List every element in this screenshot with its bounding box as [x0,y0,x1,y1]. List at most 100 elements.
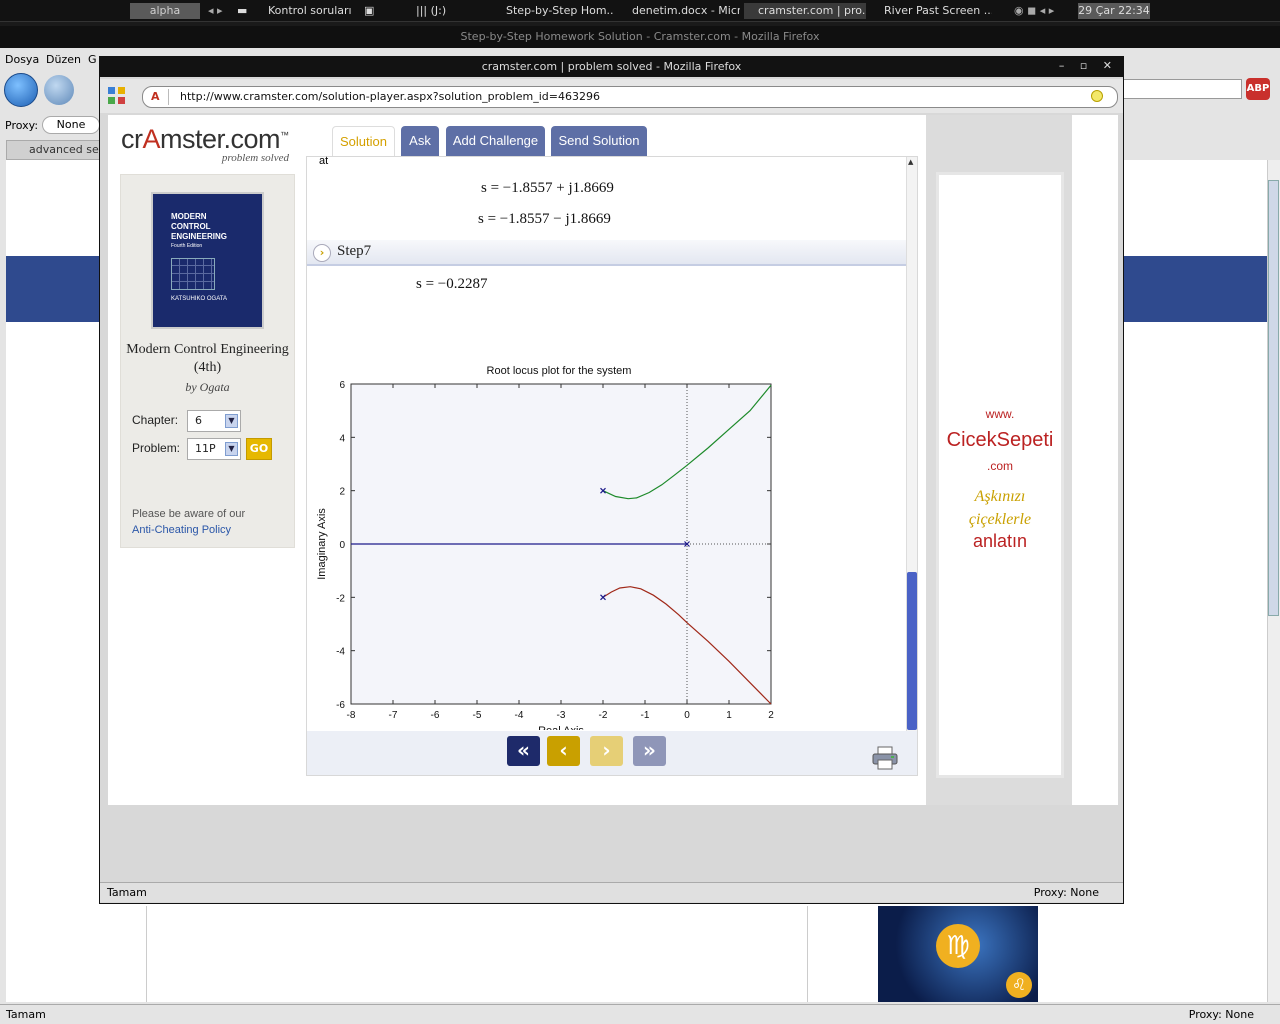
back-button[interactable] [4,73,38,107]
taskbar-item-cramster[interactable]: cramster.com | pro... [744,3,866,19]
scroll-up-icon[interactable]: ▲ [908,158,913,166]
page-footer-area [108,805,1118,881]
background-page-body [146,906,808,1002]
book-author: by Ogata [185,380,230,394]
book-cover[interactable]: MODERN CONTROL ENGINEERING Fourth Editio… [151,192,264,329]
search-input[interactable] [1122,79,1242,99]
tab-solution[interactable]: Solution [332,126,395,156]
y-tick-label: -4 [336,647,345,658]
adblock-icon[interactable]: ABP [1246,78,1270,100]
content-scroll-thumb[interactable] [907,572,917,730]
popup-statusbar: Tamam Proxy: None [100,882,1123,902]
desktop-taskbar: alpha ◂ ▸ ▬ Kontrol soruları ▣ ||| (J:) … [0,0,1280,22]
ad-slogan-line-2: çiçeklerle [968,511,1032,528]
chevron-down-icon: ▼ [225,414,238,428]
horoscope-ad[interactable]: ♍ ♌ [878,906,1038,1002]
book-title: Modern Control Engineering (4th) [126,342,289,375]
step-label: Step7 [337,243,372,259]
problem-select[interactable]: 11P ▼ [187,438,241,460]
menu-dosya[interactable]: Dosya [5,53,39,66]
cover-author: KATSUHIKO OGATA [171,296,228,302]
ad-www: www. [985,407,1015,421]
tab-send-solution[interactable]: Send Solution [551,126,647,156]
y-tick-label: 6 [339,380,345,391]
x-tick-label: -7 [389,710,398,721]
taskbar-item-kontrol[interactable]: Kontrol soruları [268,3,360,19]
equation-root-3: s = −0.2287 [416,276,488,292]
taskbar-arrows[interactable]: ◂ ▸ [208,3,232,19]
forward-button[interactable] [44,75,74,105]
printer-icon[interactable] [871,745,899,771]
x-tick-label: 2 [768,710,774,721]
cover-title-3: ENGINEERING [171,232,228,241]
background-statusbar: Tamam Proxy: None [0,1004,1280,1024]
prev-step-button[interactable]: ‹ [547,736,580,766]
tray-icons[interactable]: ◉ ◼ ◂ ▸ [1014,3,1074,19]
anti-cheating-link[interactable]: Anti-Cheating Policy [132,522,245,538]
next-step-button[interactable]: › [590,736,623,766]
cut-text: at [319,155,329,167]
x-tick-label: -1 [641,710,650,721]
y-axis-label: Imaginary Axis [316,508,328,580]
cover-title-1: MODERN [171,212,207,221]
url-bar[interactable]: A http://www.cramster.com/solution-playe… [142,86,1118,108]
go-button[interactable]: GO [246,438,272,460]
y-tick-label: -6 [336,700,345,711]
menu-gorunum[interactable]: G [88,53,97,66]
proxy-label: Proxy: [5,119,39,132]
notice-text: Please be aware of our [132,508,246,520]
clock: 29 Çar 22:34 [1078,3,1150,19]
first-step-button[interactable]: « [507,736,540,766]
taskbar-item-drive[interactable]: ||| (J:) [416,3,486,19]
bookmark-star-icon[interactable] [1091,90,1103,102]
x-axis-label: Real Axis [538,725,584,730]
background-scroll-thumb[interactable] [1268,180,1279,616]
cover-graph [171,258,215,290]
url-text[interactable]: http://www.cramster.com/solution-player.… [180,90,600,103]
root-locus-chart: -8 -7 -6 -5 -4 -3 -2 -1 0 1 2 6 4 2 0 -2 -4 -6 Root locus … [316,365,774,730]
virgo-icon: ♍ [936,924,980,968]
x-tick-label: -4 [515,710,524,721]
problem-value: 11P [195,442,216,455]
cover-edition: Fourth Edition [171,243,203,249]
status-text: Tamam [6,1008,46,1021]
popup-title: cramster.com | problem solved - Mozilla … [100,57,1123,77]
background-tab[interactable]: advanced sear [6,140,102,160]
x-tick-label: -6 [431,710,440,721]
x-tick-label: 0 [684,710,690,721]
grid-icon[interactable] [108,87,126,105]
logo-tagline: problem solved [221,152,289,164]
popup-status-text: Tamam [107,886,147,899]
proxy-status: Proxy: None [1188,1008,1254,1021]
ad-brand: CicekSepeti [946,429,1054,451]
taskbar-item-step-by-step[interactable]: Step-by-Step Hom... [492,3,614,19]
chapter-select[interactable]: 6 ▼ [187,410,241,432]
x-tick-label: -8 [347,710,356,721]
equation-root-2: s = −1.8557 − j1.8669 [478,211,611,227]
step-header[interactable]: › Step7 [307,240,906,266]
x-tick-label: -5 [473,710,482,721]
x-tick-label: 1 [726,710,732,721]
y-tick-label: 4 [339,433,345,444]
leo-icon: ♌ [1006,972,1032,998]
chapter-value: 6 [195,414,202,427]
chart-title: Root locus plot for the system [487,365,632,377]
ciceksepeti-ad[interactable]: www. CicekSepeti .com Aşkınızı çiçeklerl… [936,172,1064,778]
tab-add-challenge[interactable]: Add Challenge [446,126,545,156]
x-tick-label: -2 [599,710,608,721]
taskbar-item-denetim[interactable]: denetim.docx - Micr... [618,3,740,19]
ad-slogan-end: anlatın [972,531,1028,551]
y-tick-label: 0 [339,540,345,551]
cramster-logo[interactable]: crAmster.com™ problem solved [121,124,297,168]
proxy-select[interactable]: None [42,116,100,134]
logo-tm: ™ [280,130,289,140]
taskbar-item-river-past[interactable]: River Past Screen ... [870,3,992,19]
anti-cheating-notice: Please be aware of our Anti-Cheating Pol… [132,506,245,538]
menu-duzen[interactable]: Düzen [46,53,81,66]
terminal-icon: ▣ [364,4,375,17]
last-step-button[interactable]: » [633,736,666,766]
chapter-label: Chapter: [132,413,179,427]
tab-ask[interactable]: Ask [401,126,439,156]
window-controls[interactable]: – ▫ ✕ [1059,59,1118,72]
workspace-switcher[interactable]: alpha [130,3,200,19]
